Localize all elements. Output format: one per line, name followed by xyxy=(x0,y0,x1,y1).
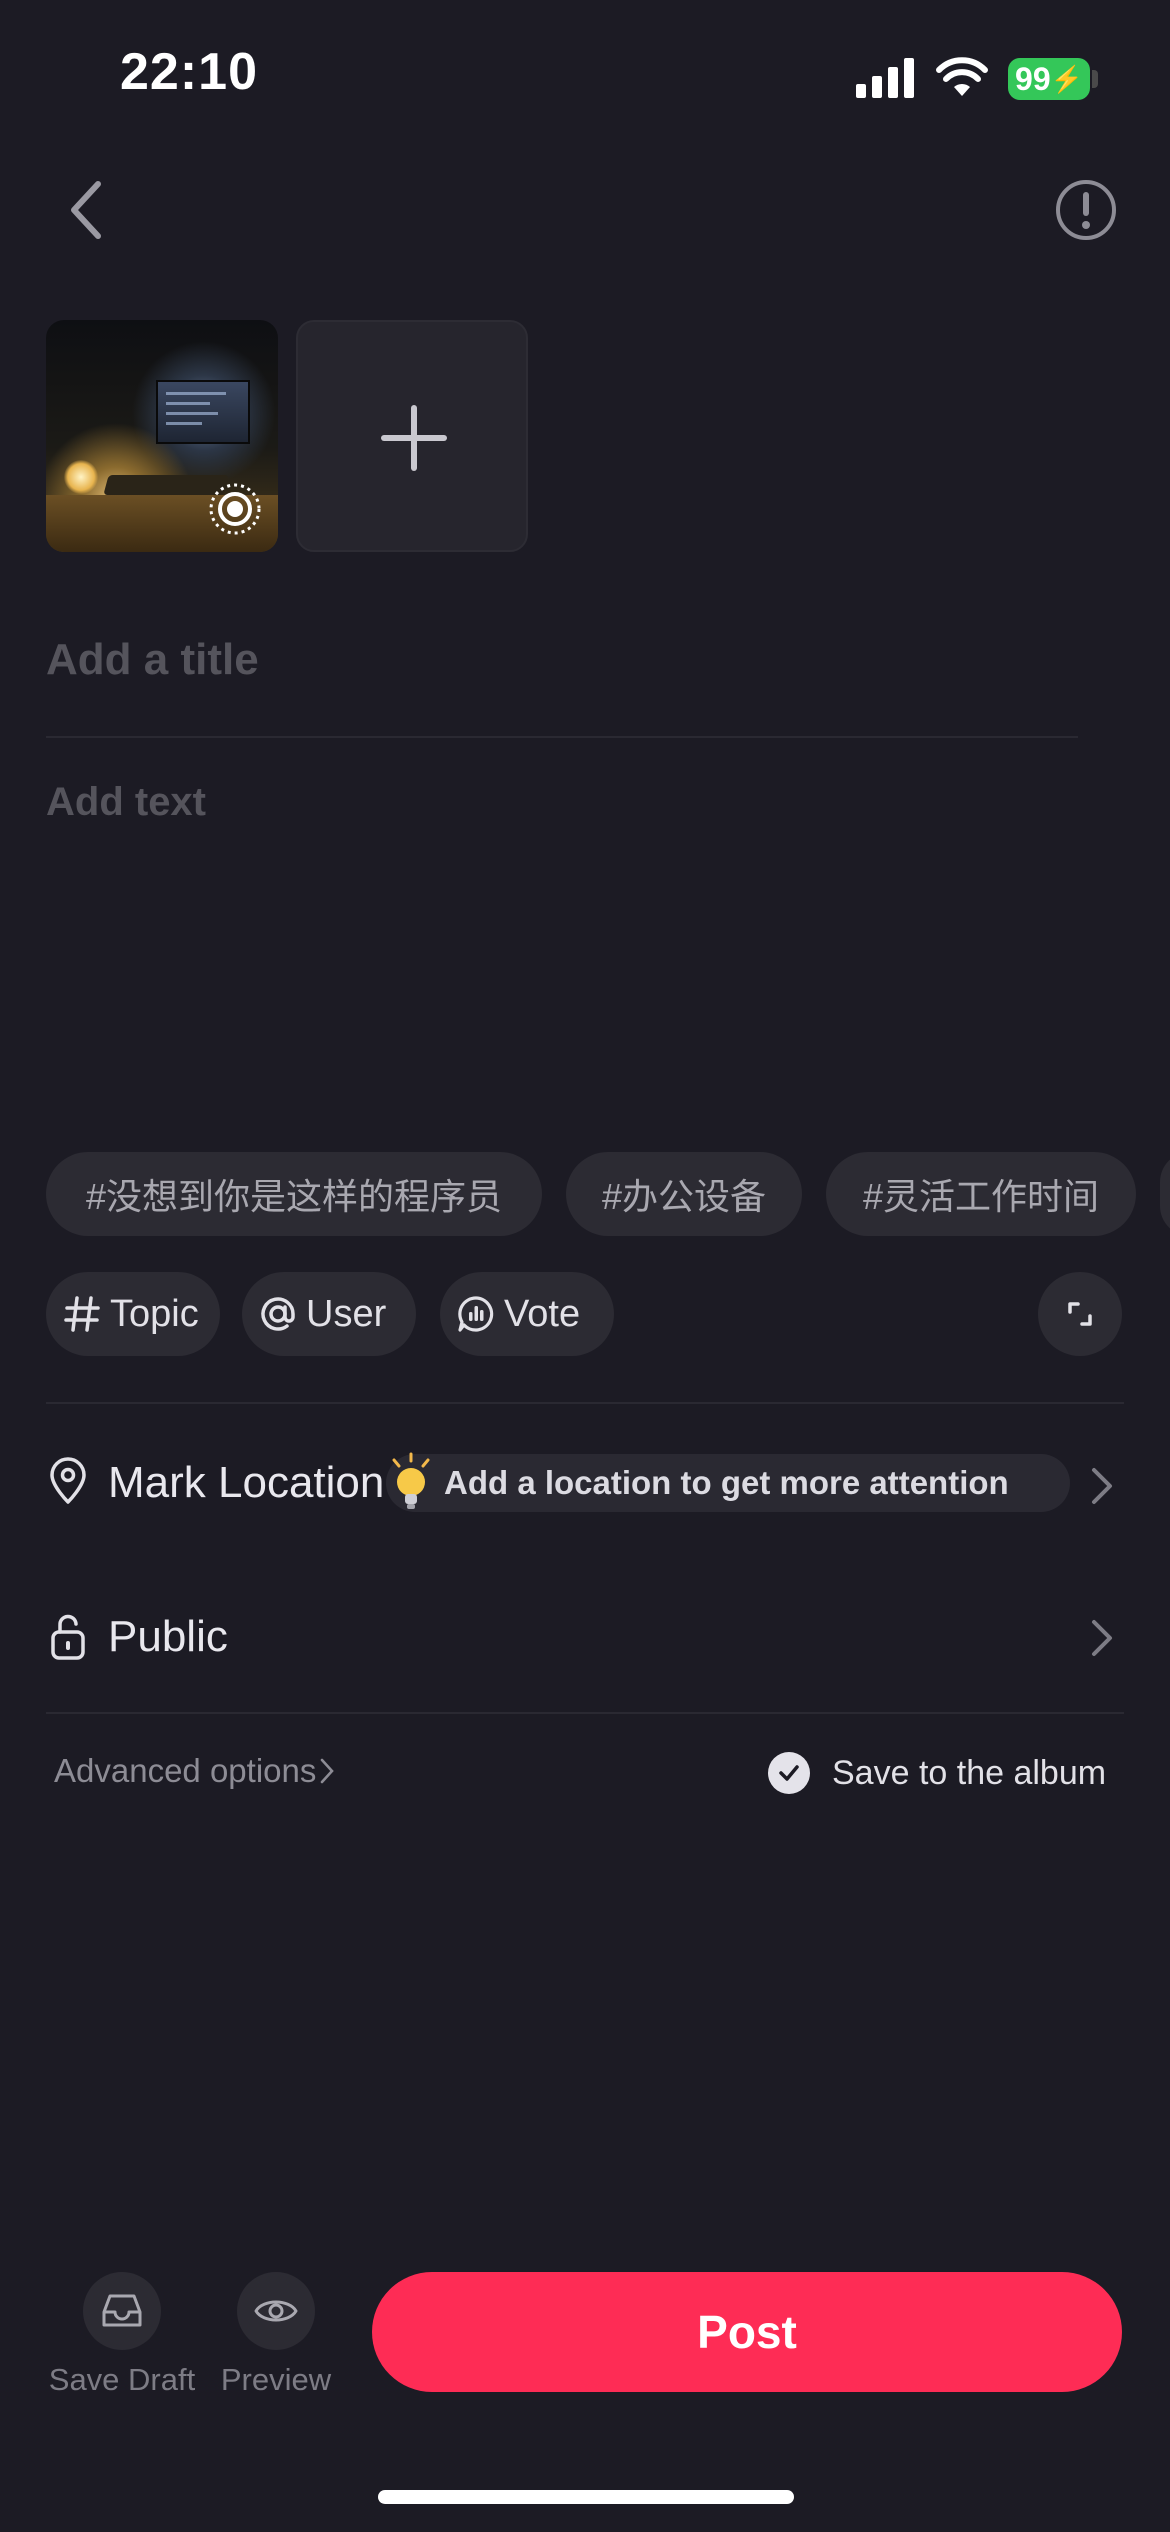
advanced-options-link[interactable]: Advanced options xyxy=(54,1752,336,1790)
selected-photo-thumbnail[interactable] xyxy=(46,320,278,552)
save-album-label: Save to the album xyxy=(832,1753,1107,1792)
chevron-right-small-icon xyxy=(321,1758,335,1784)
photo-detail xyxy=(166,392,226,395)
home-indicator xyxy=(378,2490,794,2504)
title-input[interactable] xyxy=(46,620,1076,700)
plus-icon xyxy=(381,405,447,471)
divider xyxy=(46,736,1078,738)
vote-button[interactable]: Vote xyxy=(440,1272,614,1356)
mention-user-button[interactable]: User xyxy=(242,1272,416,1356)
photo-detail xyxy=(166,402,210,405)
advanced-options-label: Advanced options xyxy=(54,1752,317,1789)
cellular-signal-icon xyxy=(856,58,914,98)
divider xyxy=(46,1712,1124,1714)
inbox-icon xyxy=(83,2272,161,2350)
chevron-right-icon xyxy=(1092,1468,1112,1504)
suggested-topic-chip[interactable]: #灵活工作时间 xyxy=(826,1152,1136,1236)
eye-icon xyxy=(237,2272,315,2350)
vote-chat-icon xyxy=(458,1296,494,1332)
privacy-label: Public xyxy=(108,1612,228,1661)
photo-detail xyxy=(166,412,218,415)
status-time: 22:10 xyxy=(120,43,258,101)
hashtag-icon xyxy=(64,1296,100,1332)
battery-indicator: 99 ⚡ xyxy=(1008,58,1090,100)
back-chevron-icon[interactable] xyxy=(60,170,120,250)
battery-level: 99 xyxy=(1015,60,1051,97)
lightbulb-icon xyxy=(392,1452,430,1509)
user-label: User xyxy=(306,1292,387,1335)
battery-tip xyxy=(1092,70,1098,88)
save-draft-button[interactable]: Save Draft xyxy=(42,2272,202,2398)
location-hint-pill: Add a location to get more attention xyxy=(386,1454,1070,1512)
location-pin-icon xyxy=(50,1457,86,1504)
save-draft-label: Save Draft xyxy=(48,2362,196,2397)
post-button[interactable]: Post xyxy=(372,2272,1122,2392)
live-photo-icon xyxy=(209,483,261,535)
info-icon[interactable] xyxy=(1054,178,1118,242)
mark-location-label: Mark Location xyxy=(108,1458,385,1507)
chevron-right-icon xyxy=(1092,1620,1112,1656)
photo-monitor xyxy=(156,380,250,444)
preview-label: Preview xyxy=(220,2362,332,2397)
body-text-input[interactable] xyxy=(46,780,1122,1100)
vote-label: Vote xyxy=(504,1292,581,1335)
mark-location-row[interactable]: Mark Location Add a location to get more… xyxy=(0,1440,1170,1530)
topic-button[interactable]: Topic xyxy=(46,1272,220,1356)
suggested-topic-chip[interactable]: #办公设备 xyxy=(566,1152,802,1236)
suggested-topic-chip[interactable]: #没想到你是这样的程序员 xyxy=(46,1152,542,1236)
expand-editor-button[interactable] xyxy=(1038,1272,1122,1356)
photo-detail xyxy=(166,422,202,425)
save-to-album-toggle[interactable]: Save to the album xyxy=(768,1752,1106,1794)
suggested-topic-chip-partial[interactable] xyxy=(1160,1152,1170,1236)
checkmark-icon xyxy=(768,1752,810,1794)
wifi-icon xyxy=(936,57,988,96)
at-sign-icon xyxy=(261,1297,295,1331)
photo-lamp-glow xyxy=(64,460,98,494)
charging-bolt-icon: ⚡ xyxy=(1050,63,1083,94)
add-media-button[interactable] xyxy=(296,320,528,552)
topic-label: Topic xyxy=(110,1292,199,1335)
privacy-row[interactable]: Public xyxy=(0,1592,1170,1682)
preview-button[interactable]: Preview xyxy=(196,2272,356,2398)
unlock-icon xyxy=(51,1614,85,1660)
expand-icon xyxy=(1068,1302,1092,1326)
divider xyxy=(46,1402,1124,1404)
